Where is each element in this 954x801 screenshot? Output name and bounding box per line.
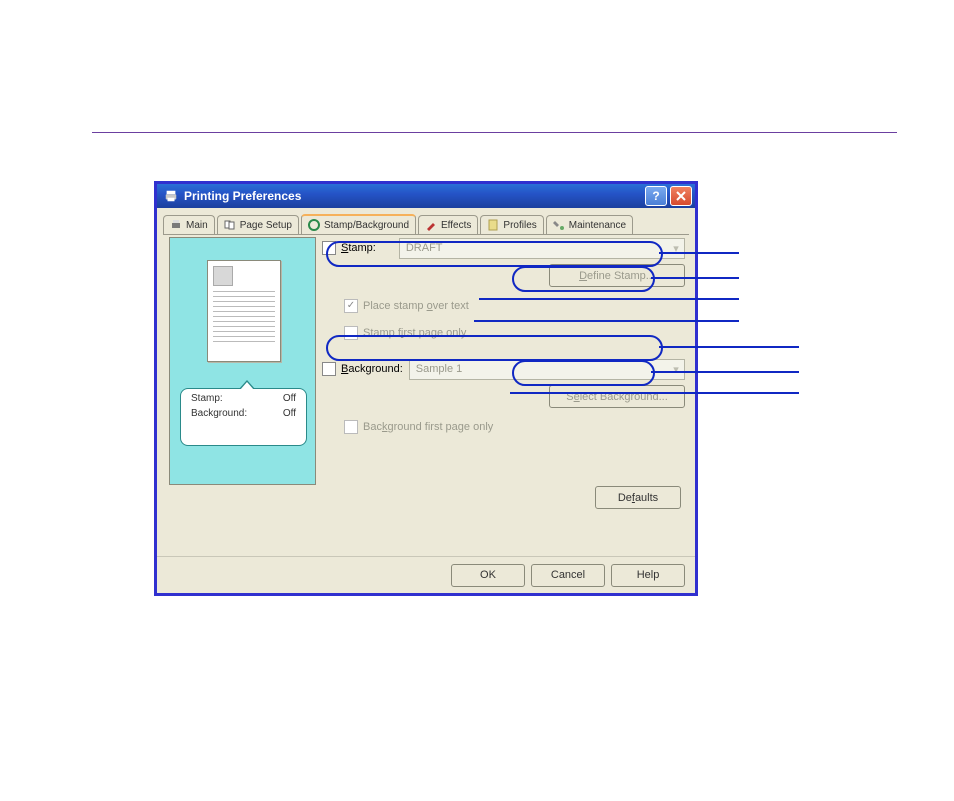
page-lines-icon xyxy=(213,291,275,346)
cancel-button[interactable]: Cancel xyxy=(531,564,605,587)
brush-icon xyxy=(425,219,437,231)
titlebar-close-button[interactable] xyxy=(670,186,692,206)
bg-first-page-checkbox[interactable] xyxy=(344,420,358,434)
tab-effects[interactable]: Effects xyxy=(418,215,478,234)
defaults-button[interactable]: DefaultsDefaults xyxy=(595,486,681,509)
tab-strip: Main Page Setup Stamp/Background Effects… xyxy=(157,208,695,234)
checkmark-icon: ✓ xyxy=(347,301,355,311)
preview-panel: Stamp: Off Background: Off xyxy=(169,237,316,485)
stamp-icon xyxy=(308,219,320,231)
place-over-label: Place stamp over textPlace stamp over te… xyxy=(363,300,469,312)
tab-label: Page Setup xyxy=(240,220,292,231)
background-checkbox[interactable] xyxy=(322,362,336,376)
title-text: Printing Preferences xyxy=(184,189,301,203)
bg-first-page-label: Background first page onlyBackground fir… xyxy=(363,421,493,433)
stamp-first-page-checkbox[interactable] xyxy=(344,326,358,340)
printing-preferences-dialog: Printing Preferences ? Main Page Setup S… xyxy=(154,181,698,596)
notebook-icon xyxy=(487,219,499,231)
background-row: Background:Background: Sample 1 ▾ xyxy=(322,358,685,380)
chevron-down-icon: ▾ xyxy=(668,360,684,379)
bottom-bar: OK Cancel Help xyxy=(157,556,695,593)
info-row: Stamp: Off xyxy=(181,389,306,404)
info-label: Stamp: xyxy=(191,393,223,404)
pages-icon xyxy=(224,219,236,231)
stamp-combo[interactable]: DRAFT ▾ xyxy=(399,238,685,259)
printer-icon xyxy=(170,219,182,231)
tools-icon xyxy=(553,219,565,231)
tab-maintenance[interactable]: Maintenance xyxy=(546,215,633,234)
info-value: Off xyxy=(283,393,296,404)
place-over-checkbox[interactable]: ✓ xyxy=(344,299,358,313)
tab-page-setup[interactable]: Page Setup xyxy=(217,215,299,234)
tab-stamp-background[interactable]: Stamp/Background xyxy=(301,214,416,234)
info-label: Background: xyxy=(191,408,247,419)
place-over-row: ✓ Place stamp over textPlace stamp over … xyxy=(344,295,685,317)
background-label: Background:Background: xyxy=(341,363,403,375)
preview-info-bubble: Stamp: Off Background: Off xyxy=(180,388,307,446)
ok-button[interactable]: OK xyxy=(451,564,525,587)
tab-label: Effects xyxy=(441,220,471,231)
background-combo-value: Sample 1 xyxy=(416,363,462,375)
stamp-label: SStamp:tamp: xyxy=(341,242,376,254)
tab-label: Main xyxy=(186,220,208,231)
page-thumb-icon xyxy=(213,266,233,286)
info-value: Off xyxy=(283,408,296,419)
controls-area: SStamp:tamp: DRAFT ▾ Define Stamp...Defi… xyxy=(322,237,685,443)
tab-profiles[interactable]: Profiles xyxy=(480,215,543,234)
tab-label: Profiles xyxy=(503,220,536,231)
info-row: Background: Off xyxy=(181,404,306,419)
tab-main[interactable]: Main xyxy=(163,215,215,234)
page-preview xyxy=(207,260,281,362)
bg-first-page-row: Background first page onlyBackground fir… xyxy=(344,416,685,438)
select-background-button[interactable]: Select Background...Select Background... xyxy=(549,385,685,408)
stamp-combo-value: DRAFT xyxy=(406,242,443,254)
tab-label: Maintenance xyxy=(569,220,626,231)
background-combo[interactable]: Sample 1 ▾ xyxy=(409,359,685,380)
stamp-first-page-label: Stamp first page onlyStamp first page on… xyxy=(363,327,466,339)
printer-icon xyxy=(163,188,179,204)
titlebar-help-button[interactable]: ? xyxy=(645,186,667,206)
help-button[interactable]: Help xyxy=(611,564,685,587)
dialog-body: Stamp: Off Background: Off SStamp:tamp: … xyxy=(157,235,695,553)
chevron-down-icon: ▾ xyxy=(668,239,684,258)
titlebar: Printing Preferences ? xyxy=(157,184,695,208)
tab-label: Stamp/Background xyxy=(324,220,409,231)
define-stamp-button[interactable]: Define Stamp...Define Stamp... xyxy=(549,264,685,287)
stamp-checkbox[interactable] xyxy=(322,241,336,255)
stamp-row: SStamp:tamp: DRAFT ▾ xyxy=(322,237,685,259)
page-divider xyxy=(92,132,897,133)
stamp-first-page-row: Stamp first page onlyStamp first page on… xyxy=(344,322,685,344)
